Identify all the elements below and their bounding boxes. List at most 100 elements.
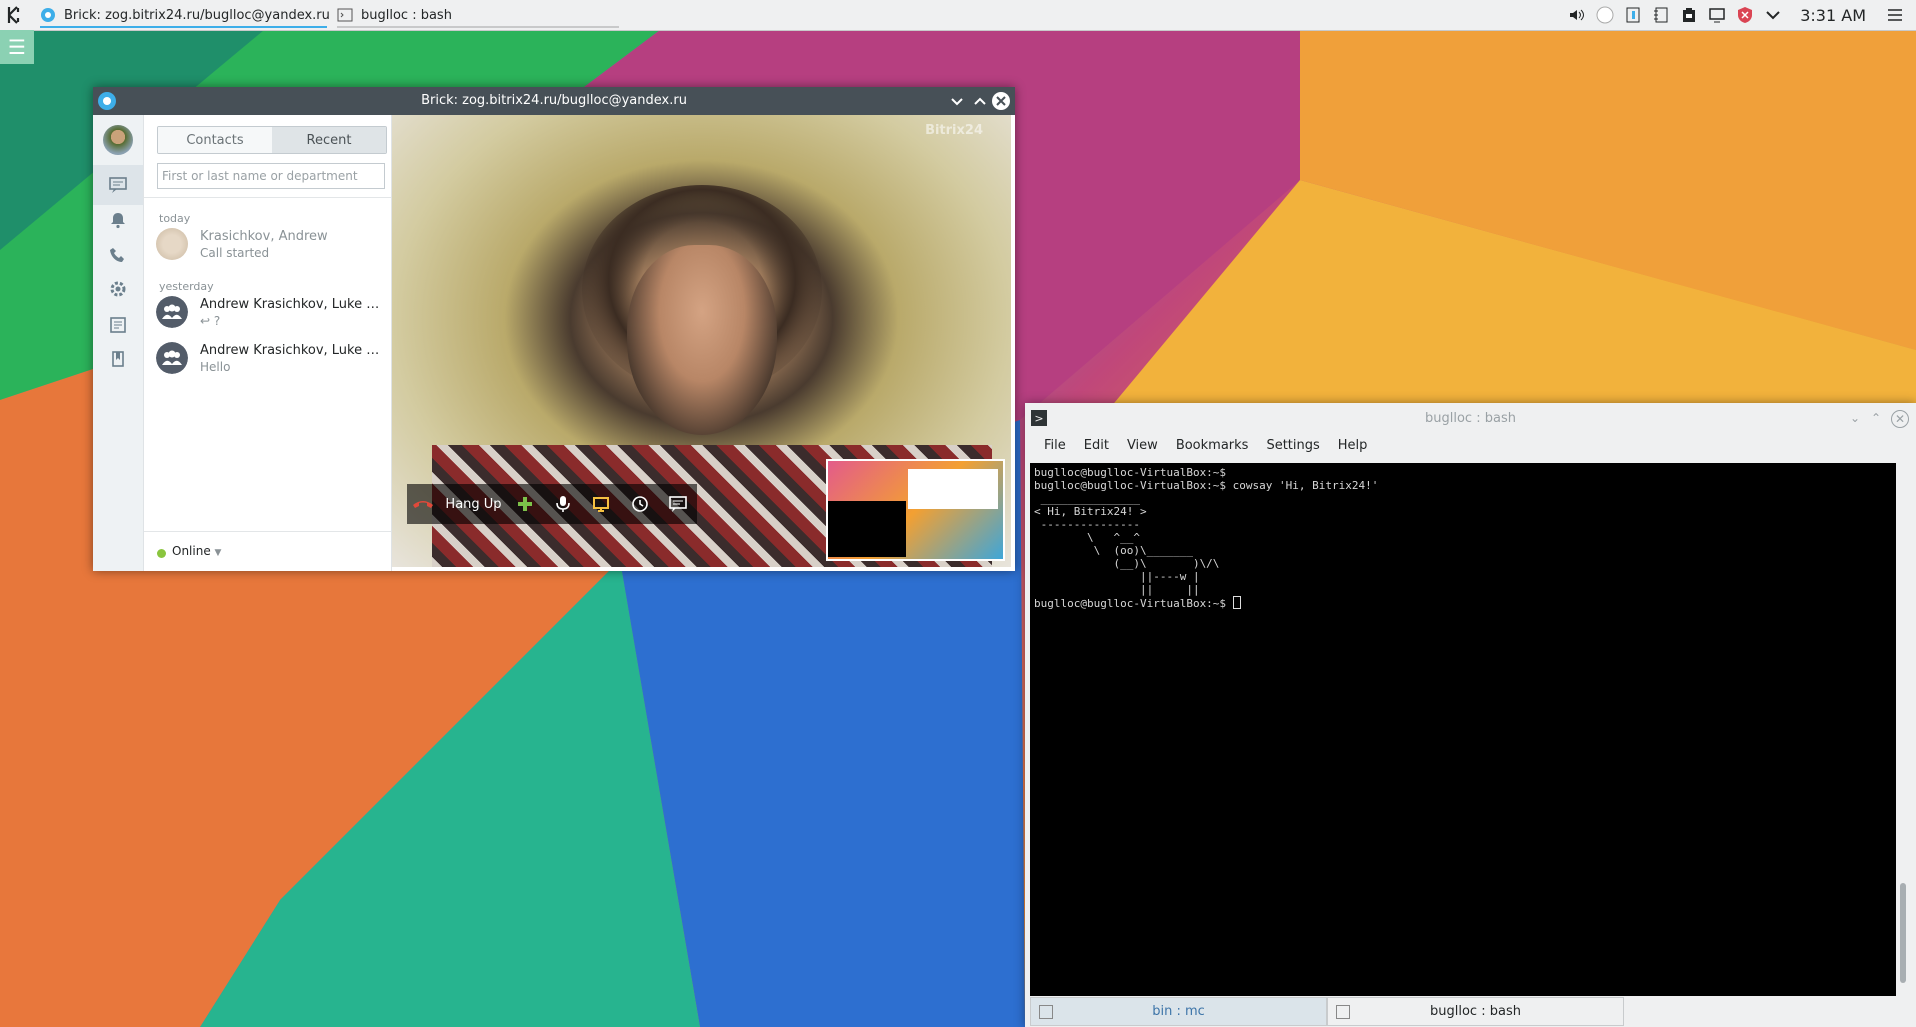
contact-avatar [156,228,188,260]
preview-terminal [828,501,906,557]
panel-menu-icon[interactable] [1886,6,1904,24]
menu-file[interactable]: File [1035,436,1075,458]
clock[interactable]: 3:31 AM [1800,6,1866,25]
microphone-button[interactable] [544,484,582,524]
bookmark-icon[interactable] [108,349,128,369]
phone-icon[interactable] [108,245,128,265]
hang-up-button[interactable]: Hang Up [407,484,506,524]
status-selector[interactable]: Online ▼ [144,531,391,572]
menu-help[interactable]: Help [1329,436,1377,458]
call-controls: Hang Up [407,484,697,524]
close-icon[interactable] [991,91,1011,111]
history-icon [631,496,648,512]
volume-icon[interactable] [1568,6,1586,24]
konsole-window-title: buglloc : bash [1425,411,1516,426]
bitrix-window-title: Brick: zog.bitrix24.ru/buglloc@yandex.ru [421,93,687,108]
preview-window [908,469,998,509]
group-chat-icon [156,342,188,374]
task-bitrix-label: Brick: zog.bitrix24.ru/buglloc@yandex.ru [64,7,330,23]
gear-icon[interactable] [108,279,128,299]
scrollbar-thumb[interactable] [1900,883,1906,983]
add-participant-button[interactable] [506,484,544,524]
terminal-cursor [1232,596,1241,609]
konsole-titlebar[interactable]: > buglloc : bash ⌄ ⌃ ✕ [1025,403,1916,433]
close-icon[interactable]: ✕ [1891,410,1909,428]
hang-up-icon [413,501,434,508]
list-item[interactable]: Krasichkov, Andrew Call started [144,224,391,264]
system-tray: 3:31 AM [1568,0,1916,30]
contact-name: Krasichkov, Andrew [200,229,328,244]
add-user-icon [518,497,533,511]
battery-icon[interactable] [1680,6,1698,24]
terminal-tab-icon [1336,1005,1350,1019]
chat-icon[interactable] [108,175,128,195]
terminal-text: buglloc@buglloc-VirtualBox:~$ buglloc@bu… [1034,466,1379,610]
contact-name: Andrew Krasichkov, Luke Sky... [200,297,385,312]
list-item[interactable]: Andrew Krasichkov, Luke Sky... Hello [144,338,391,378]
bitrix-titlebar[interactable]: Brick: zog.bitrix24.ru/buglloc@yandex.ru [93,87,1015,115]
minimize-icon[interactable]: ⌄ [1847,410,1863,426]
tab-contacts[interactable]: Contacts [158,127,272,153]
video-face [627,245,777,435]
maximize-icon[interactable] [970,91,990,111]
task-konsole-label: buglloc : bash [361,7,452,23]
list-divider [144,197,391,198]
video-call-view: Bitrix24 Hang Up [392,115,1011,567]
hang-up-label: Hang Up [445,496,502,512]
konsole-tab-label: buglloc : bash [1430,1004,1521,1019]
status-label: Online ▼ [172,544,222,558]
contact-subtitle: Call started [200,246,270,260]
konsole-tab-mc[interactable]: bin : mc [1030,997,1327,1026]
konsole-tabbar: bin : mc buglloc : bash [1030,997,1896,1026]
terminal-tab-icon [1039,1005,1053,1019]
list-item[interactable]: Andrew Krasichkov, Luke Sky... ↩ ? [144,292,391,332]
konsole-window: > buglloc : bash ⌄ ⌃ ✕ File Edit View Bo… [1025,403,1916,1027]
konsole-tab-label: bin : mc [1152,1004,1205,1019]
clipboard-icon[interactable] [1624,6,1642,24]
contact-name: Andrew Krasichkov, Luke Sky... [200,343,385,358]
bitrix-window: Brick: zog.bitrix24.ru/buglloc@yandex.ru… [93,87,1015,571]
contact-search-input[interactable] [157,163,385,189]
tab-recent[interactable]: Recent [272,127,386,153]
task-konsole[interactable]: buglloc : bash [337,4,619,28]
terminal-output[interactable]: buglloc@buglloc-VirtualBox:~$ buglloc@bu… [1030,463,1896,996]
chat-button[interactable] [659,484,697,524]
screen-share-button[interactable] [582,484,620,524]
chat-icon [669,496,687,512]
hamburger-icon: ☰ [8,35,26,59]
updates-icon[interactable] [1736,6,1754,24]
history-button[interactable] [621,484,659,524]
bitrix-cloud-icon [41,8,55,22]
bell-icon[interactable] [108,210,128,230]
expand-tray-icon[interactable] [1764,6,1782,24]
task-list-icon[interactable] [108,315,128,335]
contact-subtitle: ↩ ? [200,314,221,328]
task-bitrix[interactable]: Brick: zog.bitrix24.ru/buglloc@yandex.ru [40,4,330,28]
desktop-toolbox-button[interactable]: ☰ [0,30,34,64]
contact-list-panel: Contacts Recent today Krasichkov, Andrew… [144,115,392,571]
terminal-scrollbar[interactable] [1896,463,1911,996]
contact-subtitle: Hello [200,360,231,374]
notes-icon[interactable] [1652,6,1670,24]
terminal-icon [337,8,353,22]
network-icon[interactable] [1596,6,1614,24]
self-view-preview [826,459,1005,561]
display-icon[interactable] [1708,6,1726,24]
online-status-icon [157,549,166,558]
bitrix-nav-rail [93,115,144,571]
chevron-down-icon: ▼ [214,548,222,558]
maximize-icon[interactable]: ⌃ [1868,410,1884,426]
kde-launcher-icon[interactable] [4,4,26,26]
microphone-icon [556,496,571,512]
screen-share-icon [593,497,610,512]
menu-edit[interactable]: Edit [1075,436,1118,458]
top-panel: Brick: zog.bitrix24.ru/buglloc@yandex.ru… [0,0,1916,31]
konsole-tab-bash[interactable]: buglloc : bash [1327,997,1624,1026]
menu-view[interactable]: View [1118,436,1167,458]
task-indicator [337,26,619,28]
user-avatar[interactable] [103,125,133,155]
menu-bookmarks[interactable]: Bookmarks [1167,436,1258,458]
konsole-menubar: File Edit View Bookmarks Settings Help [1035,436,1376,458]
menu-settings[interactable]: Settings [1257,436,1328,458]
minimize-icon[interactable] [947,91,967,111]
